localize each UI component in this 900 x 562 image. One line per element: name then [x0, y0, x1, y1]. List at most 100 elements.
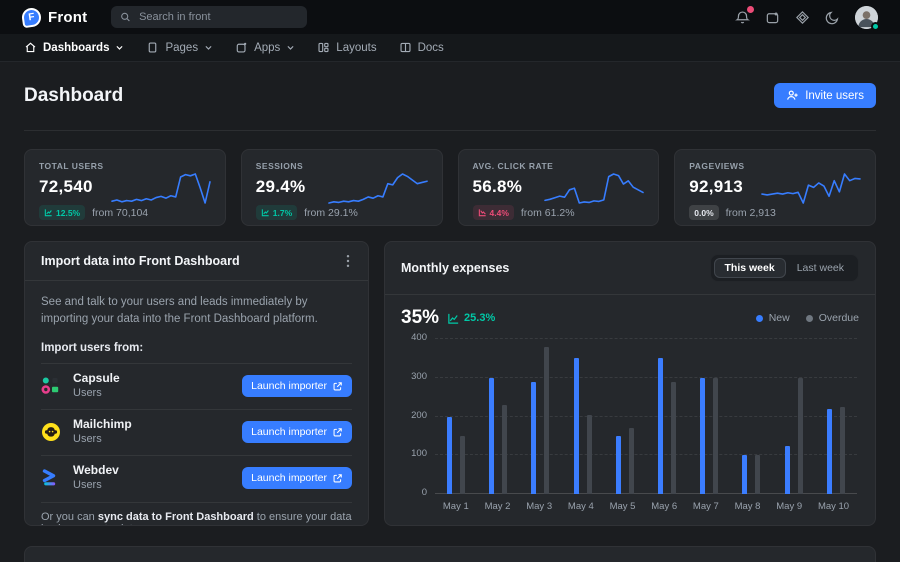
bar-group: [574, 339, 592, 494]
import-data-card: Import data into Front Dashboard See and…: [24, 241, 369, 526]
stat-badge-value: 12.5%: [56, 208, 80, 218]
launch-importer-label: Launch importer: [251, 472, 327, 484]
sparkline-chart: [761, 170, 861, 206]
invite-users-button[interactable]: Invite users: [774, 83, 876, 108]
import-row-text: Mailchimp Users: [73, 418, 132, 446]
integration-name: Capsule: [73, 372, 120, 385]
bar-new: [742, 455, 747, 494]
legend-dot-overdue: [806, 315, 813, 322]
x-axis-tick: May 6: [651, 501, 677, 512]
legend-dot-new: [756, 315, 763, 322]
bar-overdue: [502, 405, 507, 494]
nav-label: Docs: [418, 42, 444, 54]
invite-users-label: Invite users: [805, 90, 864, 102]
nav-label: Apps: [254, 42, 280, 54]
bar-group: [489, 339, 507, 494]
main-navigation: Dashboards Pages Apps Layouts Docs: [0, 34, 900, 62]
house-icon: [24, 41, 37, 54]
nav-label: Dashboards: [43, 42, 109, 54]
chart-x-labels: May 1May 2May 3May 4May 5May 6May 7May 8…: [435, 501, 857, 512]
expenses-stats: 35% 25.3% New Overdue: [401, 307, 859, 329]
y-axis-tick: 100: [411, 448, 427, 459]
bar-overdue: [587, 415, 592, 494]
graph-up-icon: [44, 208, 53, 217]
whats-new-button[interactable]: [765, 10, 780, 25]
x-axis-tick: May 1: [443, 501, 469, 512]
y-axis-tick: 400: [411, 332, 427, 343]
tab-last-week[interactable]: Last week: [786, 258, 855, 278]
y-axis-tick: 200: [411, 410, 427, 421]
tab-this-week[interactable]: This week: [714, 258, 786, 278]
stat-badge-value: 1.7%: [273, 208, 292, 218]
x-axis-tick: May 5: [610, 501, 636, 512]
launch-importer-button-mailchimp[interactable]: Launch importer: [242, 421, 352, 443]
bar-group: [531, 339, 549, 494]
nav-item-apps[interactable]: Apps: [235, 41, 295, 54]
mailchimp-logo-icon: [41, 422, 61, 442]
topbar-actions: [735, 6, 878, 29]
bar-group: [616, 339, 634, 494]
stat-badge: 0.0%: [689, 205, 718, 220]
apps-menu-button[interactable]: [795, 10, 810, 25]
launch-importer-button-webdev[interactable]: Launch importer: [242, 467, 352, 489]
import-card-header: Import data into Front Dashboard: [25, 242, 368, 281]
stat-meta: 1.7% from 29.1%: [256, 205, 428, 220]
brand-logo[interactable]: F Front: [22, 8, 87, 27]
legend-label: Overdue: [819, 312, 859, 324]
legend-item-overdue[interactable]: Overdue: [806, 312, 859, 324]
bottom-card-cutoff: [24, 546, 876, 562]
import-row-text: Capsule Users: [73, 372, 120, 400]
stat-from: from 61.2%: [521, 207, 575, 219]
bar-new: [574, 358, 579, 494]
sparkline-chart: [328, 170, 428, 206]
bar-new: [785, 446, 790, 494]
book-icon: [399, 41, 412, 54]
stat-badge: 1.7%: [256, 205, 297, 220]
notifications-button[interactable]: [735, 10, 750, 25]
bar-new: [827, 409, 832, 494]
topbar: F Front: [0, 0, 900, 34]
integration-name: Webdev: [73, 464, 119, 477]
x-axis-tick: May 3: [526, 501, 552, 512]
nav-item-docs[interactable]: Docs: [399, 41, 444, 54]
footer-text: Or you can: [41, 511, 98, 523]
bar-overdue: [840, 407, 845, 494]
nav-label: Pages: [165, 42, 198, 54]
bar-group: [742, 339, 760, 494]
launch-importer-button-capsule[interactable]: Launch importer: [242, 375, 352, 397]
nav-item-pages[interactable]: Pages: [146, 41, 213, 54]
sync-data-text: sync data to Front Dashboard: [98, 511, 254, 523]
x-axis-tick: May 8: [735, 501, 761, 512]
chart-plot-area: [435, 339, 857, 494]
legend-item-new[interactable]: New: [756, 312, 790, 324]
dark-mode-toggle[interactable]: [825, 10, 840, 25]
chevron-down-icon: [204, 43, 213, 52]
chart-y-labels: 0100200300400: [401, 339, 427, 494]
expenses-card-title: Monthly expenses: [401, 261, 509, 275]
page-title: Dashboard: [24, 85, 123, 107]
cards-row: Import data into Front Dashboard See and…: [24, 241, 876, 526]
card-menu-button[interactable]: [344, 254, 352, 268]
search-bar[interactable]: [111, 6, 307, 28]
stat-meta: 0.0% from 2,913: [689, 205, 861, 220]
chevron-down-icon: [286, 43, 295, 52]
bar-new: [489, 378, 494, 494]
user-menu-button[interactable]: [855, 6, 878, 29]
x-axis-tick: May 4: [568, 501, 594, 512]
nav-item-layouts[interactable]: Layouts: [317, 41, 376, 54]
import-row-text: Webdev Users: [73, 464, 119, 492]
bar-overdue: [460, 436, 465, 494]
moon-icon: [825, 10, 840, 25]
nav-label: Layouts: [336, 42, 376, 54]
chevron-down-icon: [115, 43, 124, 52]
bar-group: [447, 339, 465, 494]
bar-new: [531, 382, 536, 494]
integration-name: Mailchimp: [73, 418, 132, 431]
nav-item-dashboards[interactable]: Dashboards: [24, 41, 124, 54]
external-link-icon: [332, 427, 343, 438]
week-toggle: This week Last week: [710, 254, 859, 282]
bar-group: [785, 339, 803, 494]
expenses-change: 25.3%: [447, 312, 495, 325]
import-row-mailchimp: Mailchimp Users Launch importer: [41, 409, 352, 455]
search-input[interactable]: [139, 11, 298, 23]
